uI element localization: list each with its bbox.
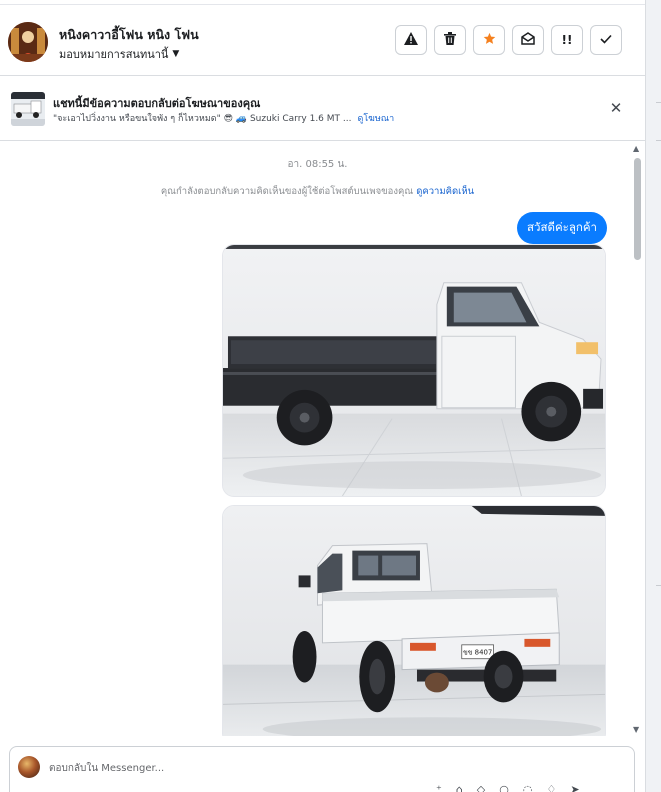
mark-unread-icon: [521, 31, 535, 49]
priority-icon: !!: [561, 33, 573, 47]
done-icon: [600, 33, 612, 48]
message-photo[interactable]: ขข 8407: [222, 505, 606, 736]
reply-composer[interactable]: ตอบกลับใน Messenger... ⁺ ⌂ ◇ ○ ◌ ♢ ➤: [9, 746, 635, 792]
star-button[interactable]: [473, 25, 505, 55]
message-thread[interactable]: อา. 08:55 น. คุณกำลังตอบกลับความคิดเห็นข…: [0, 142, 645, 736]
emoji-icon[interactable]: ○: [499, 783, 509, 792]
ad-banner-subtitle: "จะเอาไปวิ่งงาน หรือขนใจพัง ๆ ก็ไหวหมด" …: [53, 111, 394, 125]
outgoing-message-bubble[interactable]: สวัสดีค่ะลูกค้า: [517, 212, 607, 244]
conversation-panel: หนิงคาวาอี้โฟน หนิง โฟน มอบหมายการสนทนาน…: [0, 0, 645, 792]
attachment-icon[interactable]: ⌂: [456, 783, 463, 792]
thread-scrollbar[interactable]: ▲ ▼: [632, 142, 644, 736]
assign-label: มอบหมายการสนทนานี้: [59, 48, 169, 61]
scroll-thumb[interactable]: [634, 158, 641, 260]
edge-tick: [656, 102, 661, 103]
chevron-down-icon: ▼: [172, 49, 180, 59]
warning-icon: [404, 31, 418, 49]
contact-name[interactable]: หนิงคาวาอี้โฟน หนิง โฟน: [59, 25, 199, 45]
edge-tick: [656, 585, 661, 586]
conversation-header: หนิงคาวาอี้โฟน หนิง โฟน มอบหมายการสนทนาน…: [0, 4, 645, 76]
page-avatar: [18, 756, 40, 778]
add-person-icon[interactable]: ⁺: [436, 783, 442, 792]
view-ad-link[interactable]: ดูโฆษณา: [357, 114, 394, 124]
ad-reply-banner: แชทนี้มีข้อความตอบกลับต่อโฆษณาของคุณ "จะ…: [0, 77, 645, 141]
scroll-up-arrow-icon[interactable]: ▲: [633, 144, 639, 153]
delete-button[interactable]: [434, 25, 466, 55]
license-plate: ขข 8407: [463, 649, 492, 657]
scroll-down-arrow-icon[interactable]: ▼: [633, 725, 639, 734]
tag-icon[interactable]: ◇: [477, 783, 485, 792]
comment-reply-notice: คุณกำลังตอบกลับความคิดเห็นของผู้ใช้ต่อโพ…: [0, 184, 635, 199]
close-icon[interactable]: ✕: [606, 98, 626, 118]
mark-unread-button[interactable]: [512, 25, 544, 55]
header-actions: !!: [395, 25, 622, 55]
send-icon[interactable]: ➤: [570, 783, 579, 792]
contact-avatar[interactable]: [8, 22, 48, 62]
adjacent-panel-edge: [645, 0, 661, 792]
composer-tools: ⁺ ⌂ ◇ ○ ◌ ♢ ➤: [436, 783, 580, 792]
ad-banner-title: แชทนี้มีข้อความตอบกลับต่อโฆษณาของคุณ: [53, 97, 261, 110]
reply-icon[interactable]: ◌: [523, 783, 533, 792]
reply-input[interactable]: ตอบกลับใน Messenger...: [49, 761, 164, 776]
priority-button[interactable]: !!: [551, 25, 583, 55]
like-icon[interactable]: ♢: [546, 783, 556, 792]
message-photo[interactable]: [222, 244, 606, 497]
trash-icon: [444, 31, 456, 49]
ad-quote: "จะเอาไปวิ่งงาน หรือขนใจพัง ๆ ก็ไหวหมด" …: [53, 114, 352, 124]
assign-conversation-dropdown[interactable]: มอบหมายการสนทนานี้ ▼: [59, 45, 179, 63]
notice-text: คุณกำลังตอบกลับความคิดเห็นของผู้ใช้ต่อโพ…: [160, 186, 414, 197]
star-icon: [483, 32, 496, 49]
view-comment-link[interactable]: ดูความคิดเห็น: [416, 186, 474, 197]
mark-done-button[interactable]: [590, 25, 622, 55]
ad-thumbnail[interactable]: [11, 92, 45, 126]
message-timestamp: อา. 08:55 น.: [287, 159, 348, 170]
edge-tick: [656, 140, 661, 141]
report-spam-button[interactable]: [395, 25, 427, 55]
